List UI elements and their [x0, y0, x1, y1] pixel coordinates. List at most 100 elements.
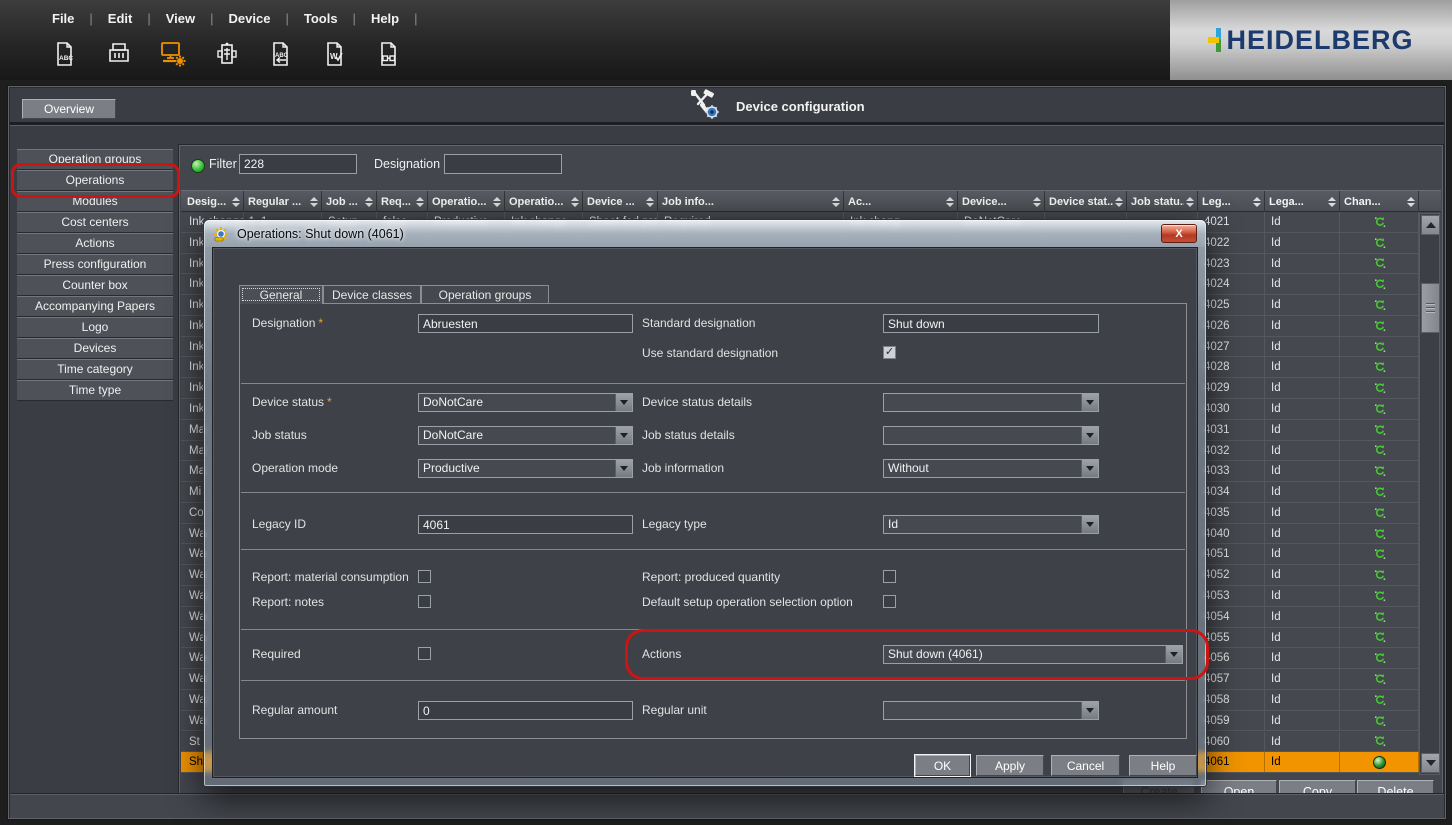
report-import-icon[interactable]: ABC: [266, 38, 296, 70]
sort-icon[interactable]: [416, 196, 424, 207]
tab-operation-groups[interactable]: Operation groups: [421, 285, 549, 303]
menu-help[interactable]: Help: [365, 9, 405, 28]
column-header-legacy[interactable]: Leg...: [1199, 191, 1265, 212]
device-configuration-icon[interactable]: [158, 38, 188, 70]
sidebar-item-devices[interactable]: Devices: [17, 338, 173, 359]
sort-icon[interactable]: [571, 196, 579, 207]
column-header-changed[interactable]: Chan...: [1341, 191, 1419, 212]
chevron-down-icon[interactable]: [615, 394, 632, 411]
sort-icon[interactable]: [946, 196, 954, 207]
device-status-select[interactable]: DoNotCare: [418, 393, 633, 412]
job-status-details-select[interactable]: [883, 426, 1099, 445]
column-header-device-status-details[interactable]: Device stat...: [1046, 191, 1127, 212]
sidebar-item-accompanying-papers[interactable]: Accompanying Papers: [17, 296, 173, 317]
device-status-details-select[interactable]: [883, 393, 1099, 412]
tab-device-classes[interactable]: Device classes: [323, 285, 421, 303]
column-header-device-class[interactable]: Device ...: [584, 191, 658, 212]
dialog-title: Operations: Shut down (4061): [237, 226, 404, 241]
sidebar-item-operations[interactable]: Operations: [17, 170, 173, 191]
job-status-select[interactable]: DoNotCare: [418, 426, 633, 445]
sidebar-item-modules[interactable]: Modules: [17, 191, 173, 212]
job-information-select[interactable]: Without: [883, 459, 1099, 478]
sort-icon[interactable]: [1033, 196, 1041, 207]
menu-view[interactable]: View: [160, 9, 201, 28]
required-checkbox[interactable]: [418, 647, 431, 660]
sort-icon[interactable]: [1253, 196, 1261, 207]
legacy-id-field[interactable]: [418, 515, 633, 534]
column-header-device-status[interactable]: Device...: [959, 191, 1045, 212]
default-setup-checkbox[interactable]: [883, 595, 896, 608]
chevron-down-icon[interactable]: [615, 460, 632, 477]
overview-button[interactable]: Overview: [22, 99, 116, 119]
chevron-down-icon[interactable]: [1081, 702, 1098, 719]
sidebar-item-counter-box[interactable]: Counter box: [17, 275, 173, 296]
close-icon[interactable]: X: [1161, 224, 1197, 243]
sidebar-item-cost-centers[interactable]: Cost centers: [17, 212, 173, 233]
sort-icon[interactable]: [646, 196, 654, 207]
chevron-down-icon[interactable]: [1165, 646, 1182, 663]
tab-general[interactable]: General: [239, 285, 323, 304]
column-header-operation-mode[interactable]: Operatio...: [429, 191, 505, 212]
column-header-job-info[interactable]: Job info...: [659, 191, 844, 212]
operation-mode-select[interactable]: Productive: [418, 459, 633, 478]
standard-designation-field[interactable]: [883, 314, 1099, 333]
apply-button[interactable]: Apply: [976, 755, 1044, 776]
use-standard-designation-checkbox[interactable]: ✓: [883, 346, 896, 359]
scroll-down-icon[interactable]: [1421, 753, 1440, 773]
chevron-down-icon[interactable]: [1081, 394, 1098, 411]
sidebar-item-time-category[interactable]: Time category: [17, 359, 173, 380]
sort-icon[interactable]: [1407, 196, 1415, 207]
sort-icon[interactable]: [493, 196, 501, 207]
scrollbar-thumb[interactable]: [1421, 283, 1440, 333]
regular-unit-select[interactable]: [883, 701, 1099, 720]
dialog-title-bar[interactable]: Operations: Shut down (4061) X: [204, 220, 1206, 247]
print-icon[interactable]: [104, 38, 134, 70]
menu-device[interactable]: Device: [223, 9, 277, 28]
sidebar-item-actions[interactable]: Actions: [17, 233, 173, 254]
legacy-type-select[interactable]: Id: [883, 515, 1099, 534]
column-header-job-status-details[interactable]: Job statu...: [1128, 191, 1198, 212]
help-button[interactable]: Help: [1129, 755, 1197, 776]
report-notes-checkbox[interactable]: [418, 595, 431, 608]
report-check-icon[interactable]: W: [320, 38, 350, 70]
report-quantity-checkbox[interactable]: [883, 570, 896, 583]
sort-icon[interactable]: [1328, 196, 1336, 207]
column-header-req[interactable]: Req...: [378, 191, 428, 212]
regular-amount-field[interactable]: [418, 701, 633, 720]
table-scrollbar[interactable]: [1419, 213, 1440, 775]
filter-input[interactable]: [239, 154, 357, 174]
column-header-job[interactable]: Job ...: [323, 191, 377, 212]
sort-icon[interactable]: [310, 196, 318, 207]
sort-icon[interactable]: [232, 196, 240, 207]
menu-tools[interactable]: Tools: [298, 9, 344, 28]
actions-select[interactable]: Shut down (4061): [883, 645, 1183, 664]
cancel-button[interactable]: Cancel: [1051, 755, 1120, 776]
report-link-icon[interactable]: [374, 38, 404, 70]
sidebar-item-logo[interactable]: Logo: [17, 317, 173, 338]
sidebar-item-press-configuration[interactable]: Press configuration: [17, 254, 173, 275]
report-material-checkbox[interactable]: [418, 570, 431, 583]
menu-edit[interactable]: Edit: [102, 9, 139, 28]
column-header-designation[interactable]: Desig...: [184, 191, 244, 212]
column-header-action[interactable]: Ac...: [845, 191, 958, 212]
machine-icon[interactable]: [212, 38, 242, 70]
sort-icon[interactable]: [1186, 196, 1194, 207]
sort-icon[interactable]: [1115, 196, 1123, 207]
column-header-operation[interactable]: Operatio...: [506, 191, 583, 212]
chevron-down-icon[interactable]: [615, 427, 632, 444]
chevron-down-icon[interactable]: [1081, 516, 1098, 533]
column-header-legacy-type[interactable]: Lega...: [1266, 191, 1340, 212]
scroll-up-icon[interactable]: [1421, 215, 1440, 235]
chevron-down-icon[interactable]: [1081, 427, 1098, 444]
designation-field[interactable]: [418, 314, 633, 333]
sidebar-item-operation-groups[interactable]: Operation groups: [17, 149, 173, 170]
chevron-down-icon[interactable]: [1081, 460, 1098, 477]
column-header-regular[interactable]: Regular ...: [245, 191, 322, 212]
ok-button[interactable]: OK: [915, 755, 970, 776]
sidebar-item-time-type[interactable]: Time type: [17, 380, 173, 401]
designation-filter-input[interactable]: [444, 154, 562, 174]
menu-file[interactable]: File: [46, 9, 80, 28]
report-designation-icon[interactable]: ABC: [50, 38, 80, 70]
sort-icon[interactable]: [832, 196, 840, 207]
sort-icon[interactable]: [365, 196, 373, 207]
